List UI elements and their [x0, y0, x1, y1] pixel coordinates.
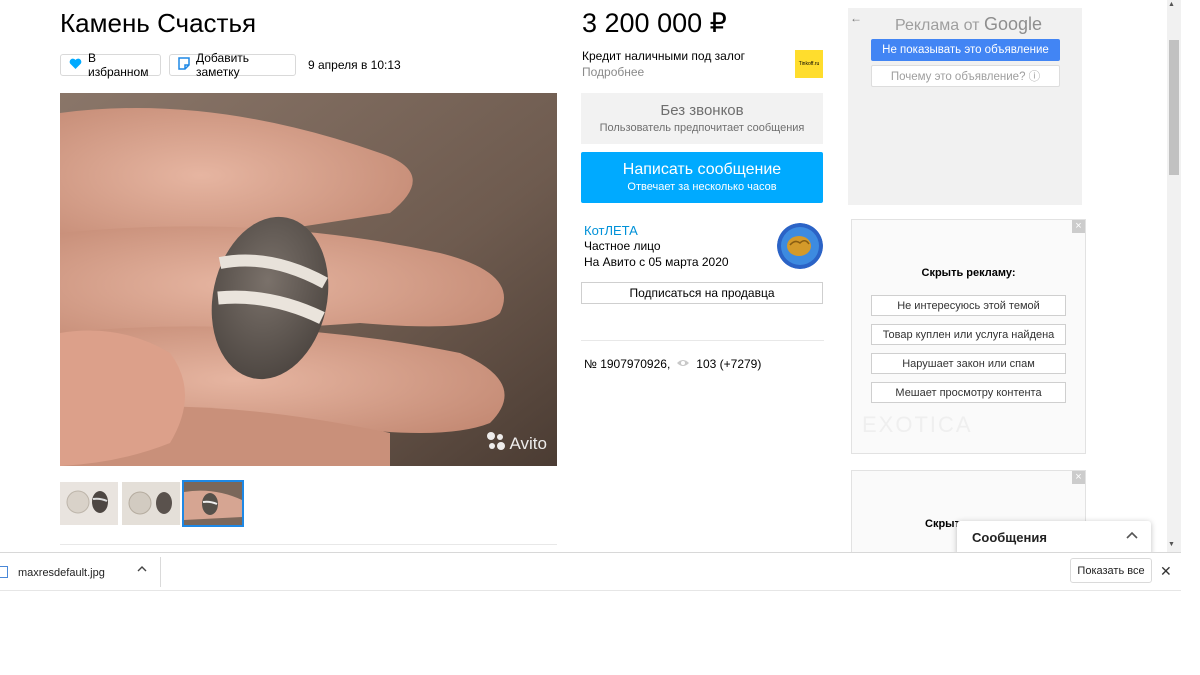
- seller-avatar[interactable]: [777, 223, 823, 269]
- response-time: Отвечает за несколько часов: [627, 181, 777, 193]
- note-label: Добавить заметку: [196, 51, 250, 79]
- why-ad-button[interactable]: Почему это объявление? ⓘ: [871, 65, 1060, 87]
- note-icon: [178, 57, 190, 73]
- hide-option[interactable]: Товар куплен или услуга найдена: [871, 324, 1066, 345]
- price: 3 200 000 ₽: [582, 8, 727, 38]
- photo-thumbnail-selected[interactable]: [182, 480, 244, 527]
- ad-number: № 1907970926,: [584, 357, 671, 371]
- download-bar: maxresdefault.jpg Показать все ✕: [0, 552, 1181, 590]
- close-icon[interactable]: ✕: [1160, 563, 1172, 580]
- divider: [0, 590, 1181, 591]
- back-arrow-icon[interactable]: ←: [850, 11, 862, 25]
- write-message-button[interactable]: Написать сообщение Отвечает за несколько…: [581, 152, 823, 203]
- divider: [60, 544, 557, 545]
- heart-icon: [69, 58, 82, 73]
- write-message-label: Написать сообщение: [622, 161, 782, 178]
- ad-background-text: EXOTICA: [862, 412, 973, 437]
- messages-label: Сообщения: [972, 530, 1047, 545]
- view-count: 103 (+7279): [696, 357, 762, 371]
- photo-thumbnail[interactable]: [122, 482, 180, 525]
- google-ad-label: Реклама от Google: [895, 14, 1042, 34]
- favorite-label: В избранном: [88, 51, 149, 79]
- credit-more-link[interactable]: Подробнее: [582, 65, 644, 79]
- seller-since: На Авито с 05 марта 2020: [584, 255, 729, 269]
- hide-option[interactable]: Нарушает закон или спам: [871, 353, 1066, 374]
- close-icon[interactable]: ×: [1072, 471, 1085, 484]
- hide-option[interactable]: Не интересуюсь этой темой: [871, 295, 1066, 316]
- listing-date: 9 апреля в 10:13: [308, 58, 401, 72]
- scroll-up-icon[interactable]: ▲: [1168, 1, 1175, 8]
- messages-panel[interactable]: Сообщения: [957, 521, 1151, 555]
- hide-ad-heading: Скрыт: [925, 518, 960, 530]
- subscribe-seller-button[interactable]: Подписаться на продавца: [581, 282, 823, 304]
- google-ad-panel: [848, 8, 1082, 205]
- divider: [581, 340, 824, 341]
- credit-offer-title[interactable]: Кредит наличными под залог: [582, 49, 745, 63]
- show-all-downloads-button[interactable]: Показать все: [1070, 558, 1152, 583]
- favorite-button[interactable]: В избранном: [60, 51, 161, 79]
- seller-type: Частное лицо: [584, 239, 661, 253]
- scroll-down-icon[interactable]: ▼: [1168, 541, 1175, 548]
- hide-ad-heading: Скрыть рекламу:: [921, 267, 1016, 279]
- no-calls-title: Без звонков: [660, 102, 744, 119]
- photo-thumbnail[interactable]: [60, 482, 118, 525]
- ad-hide-panel: × EXOTICA Скрыть рекламу: Не интересуюсь…: [851, 219, 1086, 454]
- eye-icon: [676, 357, 690, 371]
- tinkoff-logo[interactable]: Tinkoff.ru: [795, 50, 823, 78]
- divider: [160, 557, 161, 587]
- hide-option[interactable]: Мешает просмотру контента: [871, 382, 1066, 403]
- avito-watermark: Avito: [486, 431, 547, 456]
- chevron-up-icon[interactable]: [1125, 529, 1139, 548]
- hide-ad-button[interactable]: Не показывать это объявление: [871, 39, 1060, 61]
- listing-title: Камень Счастья: [60, 8, 257, 38]
- no-calls-notice: Без звонков Пользователь предпочитает со…: [581, 93, 823, 144]
- main-photo[interactable]: Avito: [60, 93, 557, 466]
- no-calls-subtitle: Пользователь предпочитает сообщения: [599, 122, 805, 134]
- avito-logo-icon: [486, 431, 506, 456]
- add-note-button[interactable]: Добавить заметку: [169, 51, 296, 79]
- seller-name-link[interactable]: КотЛЕТА: [584, 223, 638, 238]
- ad-stats: № 1907970926, 103 (+7279): [584, 357, 761, 371]
- scrollbar-thumb[interactable]: [1169, 40, 1179, 175]
- download-file-name[interactable]: maxresdefault.jpg: [18, 567, 105, 579]
- close-icon[interactable]: ×: [1072, 220, 1085, 233]
- chevron-up-icon[interactable]: [137, 564, 147, 577]
- file-icon: [0, 566, 8, 578]
